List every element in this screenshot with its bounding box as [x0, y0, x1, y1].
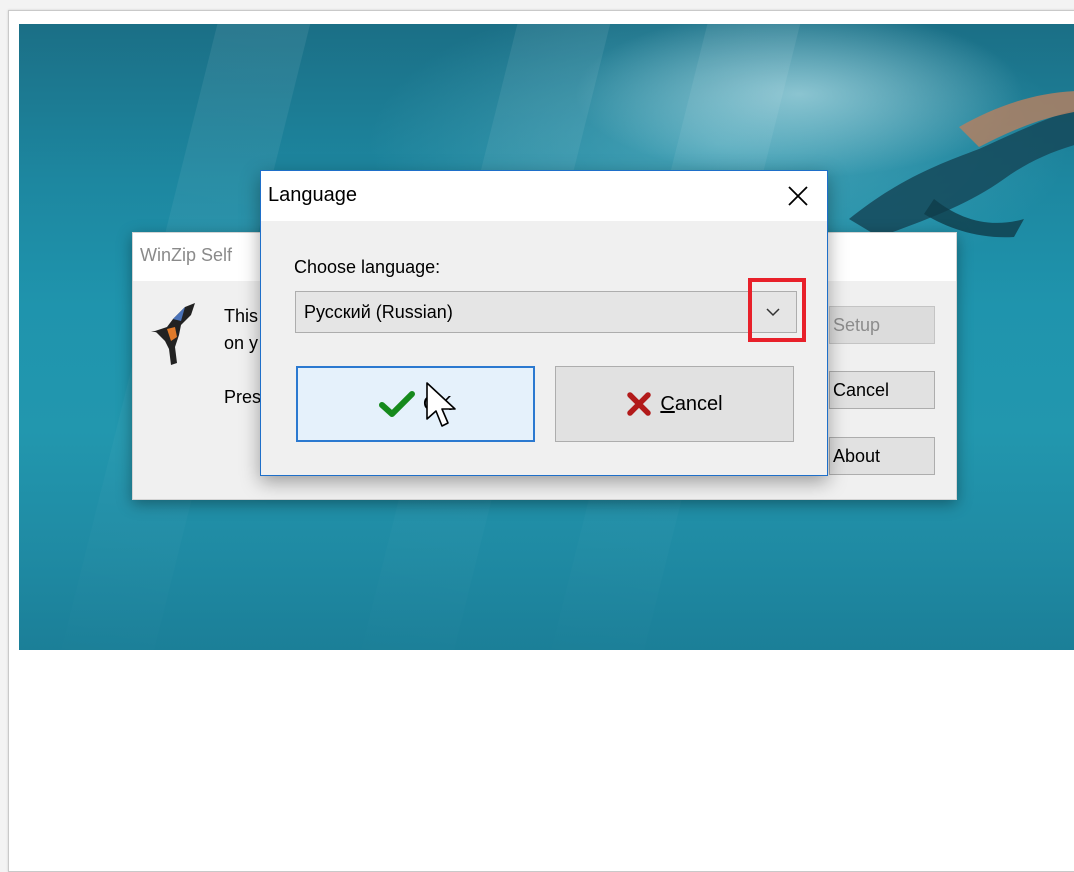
- winzip-title: WinZip Self: [140, 245, 233, 265]
- mouse-pointer-icon: [426, 382, 456, 427]
- about-button[interactable]: About: [829, 437, 935, 475]
- checkmark-icon: [379, 390, 416, 418]
- choose-language-label: Choose language:: [294, 257, 441, 277]
- language-select[interactable]: Русский (Russian): [295, 291, 797, 333]
- ok-button[interactable]: OK: [296, 366, 535, 442]
- cancel-button-label: Cancel: [660, 392, 723, 415]
- selected-language: Русский (Russian): [304, 302, 453, 322]
- winzip-message-line3: Pres: [224, 387, 262, 407]
- setup-button[interactable]: Setup: [829, 306, 935, 344]
- cancel-button[interactable]: Cancel: [555, 366, 794, 442]
- winzip-message-line2: on y: [224, 333, 259, 353]
- diver-fin-image: [849, 91, 1074, 238]
- language-titlebar: Language: [261, 171, 827, 221]
- close-icon: [788, 186, 808, 206]
- winzip-cancel-button[interactable]: Cancel: [829, 371, 935, 409]
- hummingbird-icon: [151, 303, 195, 365]
- x-mark-icon: [626, 391, 652, 417]
- language-dialog: Language Choose language: Русский (Russi…: [260, 170, 828, 476]
- close-button[interactable]: [769, 171, 827, 221]
- winzip-message-line1: This: [224, 306, 259, 326]
- dialog-title: Language: [268, 184, 357, 206]
- dropdown-highlight-annotation: [748, 278, 806, 342]
